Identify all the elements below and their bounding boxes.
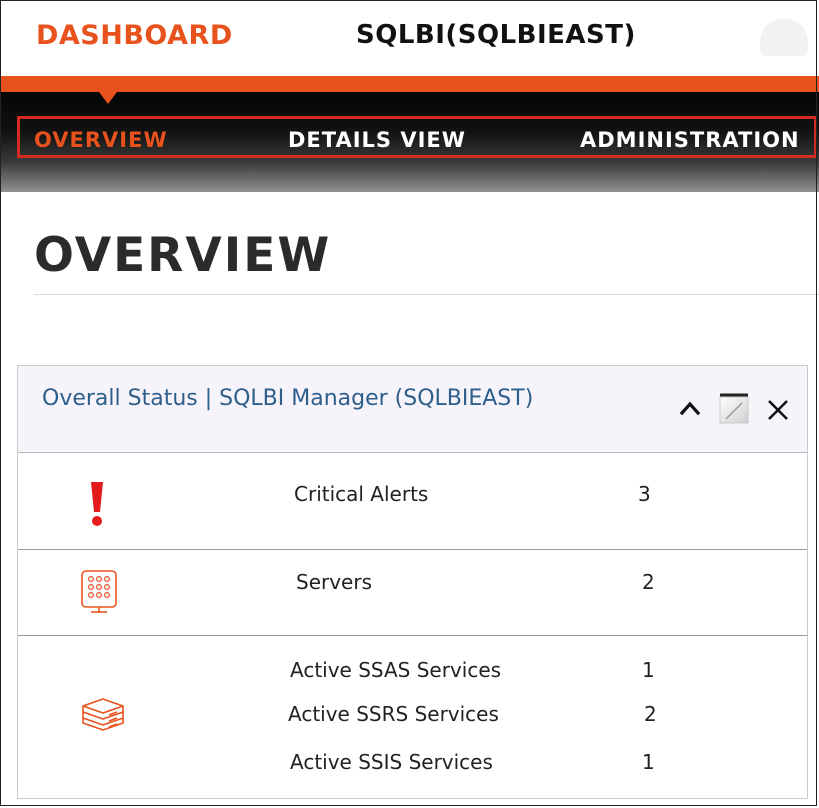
- active-tab-pointer: [99, 92, 117, 104]
- tab-overview[interactable]: OVERVIEW: [34, 128, 168, 152]
- alert-exclamation-glyph: [91, 482, 103, 526]
- server-glyph: [81, 570, 117, 613]
- overall-status-widget: Overall Status | SQLBI Manager (SQLBIEAS…: [17, 365, 808, 799]
- accent-bar: [0, 76, 819, 92]
- user-avatar[interactable]: [760, 18, 808, 56]
- page-title: OVERVIEW: [34, 228, 332, 283]
- dashboard-brand[interactable]: DASHBOARD: [36, 20, 233, 51]
- ssas-services-label: Active SSAS Services: [290, 658, 502, 682]
- servers-value: 2: [642, 570, 655, 594]
- server-icon: [79, 568, 119, 618]
- stat-row-services[interactable]: Active SSAS Services 1 Active SSRS Servi…: [18, 636, 807, 798]
- widget-title[interactable]: Overall Status | SQLBI Manager (SQLBIEAS…: [42, 386, 533, 411]
- maximize-icon[interactable]: [718, 391, 752, 425]
- ssas-services-value: 1: [642, 658, 655, 682]
- stat-row-servers[interactable]: Servers 2: [18, 550, 807, 636]
- close-glyph: [768, 400, 788, 420]
- chevron-up-icon[interactable]: [678, 396, 702, 420]
- ssrs-services-value: 2: [644, 702, 657, 726]
- critical-alerts-value: 3: [638, 482, 651, 506]
- ssrs-services-label: Active SSRS Services: [288, 702, 499, 726]
- title-divider: [34, 294, 819, 295]
- stat-row-critical-alerts[interactable]: Critical Alerts 3: [18, 452, 807, 550]
- server-name: SQLBI(SQLBIEAST): [356, 20, 636, 50]
- chevron-up-glyph: [679, 401, 701, 416]
- maximize-glyph: [719, 393, 749, 424]
- close-icon[interactable]: [766, 398, 790, 422]
- services-stack-glyph: [82, 698, 124, 731]
- widget-header: Overall Status | SQLBI Manager (SQLBIEAS…: [18, 366, 807, 453]
- ssis-services-value: 1: [642, 750, 655, 774]
- ssis-services-label: Active SSIS Services: [290, 750, 493, 774]
- tab-details-view[interactable]: DETAILS VIEW: [288, 128, 466, 152]
- servers-label: Servers: [296, 570, 373, 594]
- critical-alerts-label: Critical Alerts: [294, 482, 429, 506]
- main-nav: OVERVIEW DETAILS VIEW ADMINISTRATION: [17, 116, 817, 158]
- top-header: DASHBOARD SQLBI(SQLBIEAST): [0, 0, 819, 76]
- services-stack-icon: [79, 696, 127, 736]
- tab-administration[interactable]: ADMINISTRATION: [580, 128, 800, 152]
- alert-exclamation-icon: [88, 480, 106, 532]
